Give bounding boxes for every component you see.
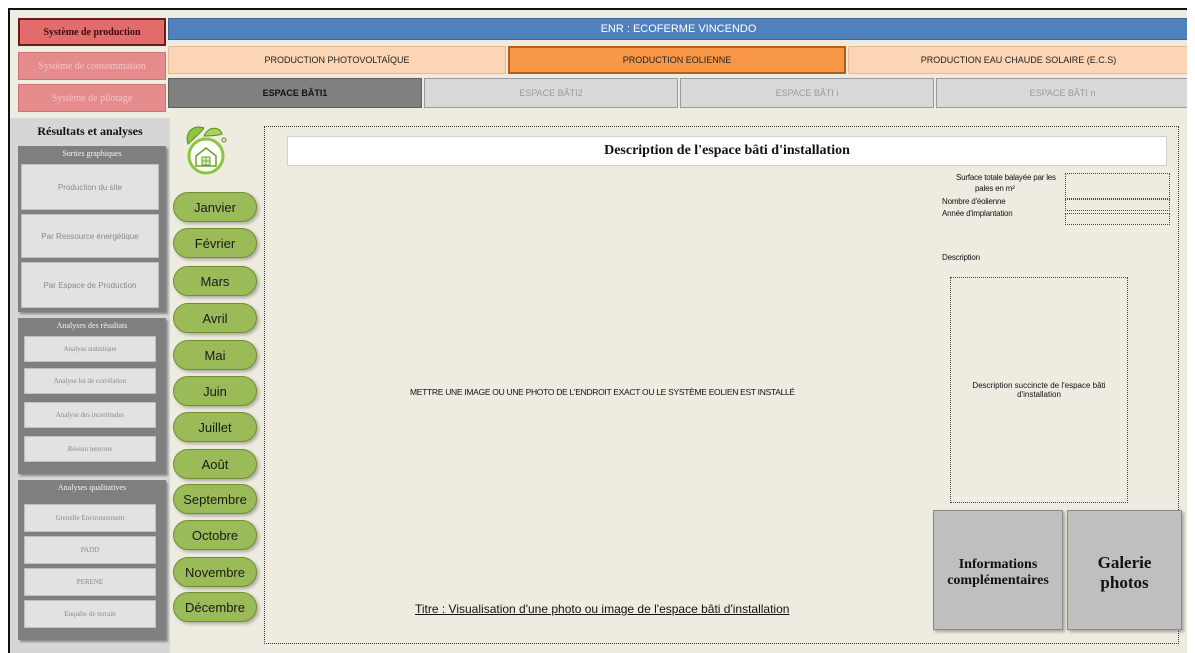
galerie-photos-button[interactable]: Galerie photos [1067,510,1182,630]
annee-implantation-input[interactable] [1065,213,1170,225]
surface-label-line1: Surface totale balayée par les [956,173,1056,182]
nombre-eolienne-label: Nombre d'éolienne [942,197,1006,206]
padd-button[interactable]: PADD [24,536,156,564]
perene-button[interactable]: PERENE [24,568,156,596]
system-consommation-button[interactable]: Système de consommation [18,52,166,80]
analyse-incertitudes-button[interactable]: Analyse des incertitudes [24,402,156,428]
group-title: Sorties graphiques [62,149,122,158]
group-title: Analyses qualitatives [57,483,127,492]
espace-bati-panel: Description de l'espace bâti d'installat… [264,126,1182,644]
analyses-qualitatives-group: Analyses qualitatives Grenelle Environne… [18,480,166,640]
month-juillet-button[interactable]: Juillet [173,412,257,442]
month-septembre-button[interactable]: Septembre [173,484,257,514]
tab-espace-bati-i[interactable]: ESPACE BÂTI i [680,78,934,108]
tab-photovoltaique[interactable]: PRODUCTION PHOTOVOLTAÏQUE [168,46,506,74]
grenelle-button[interactable]: Grenelle Environnement [24,504,156,532]
tab-espace-bati-n[interactable]: ESPACE BÂTI n [936,78,1187,108]
nombre-eolienne-input[interactable] [1065,199,1170,211]
month-juin-button[interactable]: Juin [173,376,257,406]
app-title-bar: ENR : ECOFERME VINCENDO [168,18,1187,40]
surface-label-line2: pales en m² [975,184,1015,193]
month-decembre-button[interactable]: Décembre [173,592,257,622]
tab-eolienne[interactable]: PRODUCTION EOLIENNE [508,46,846,74]
description-label: Description [942,253,980,262]
system-production-button[interactable]: Système de production [18,18,166,46]
reseau-neurone-button[interactable]: Réseau neurone [24,436,156,462]
month-janvier-button[interactable]: Janvier [173,192,257,222]
tab-espace-bati-2[interactable]: ESPACE BÂTI2 [424,78,678,108]
sidebar-title: Résultats et analyses [37,124,143,138]
month-mars-button[interactable]: Mars [173,266,257,296]
month-fevrier-button[interactable]: Février [173,228,257,258]
month-mai-button[interactable]: Mai [173,340,257,370]
annee-implantation-label: Année d'implantation [942,209,1013,218]
sorties-graphiques-group: Sorties graphiques Production du site Pa… [18,146,166,312]
analyse-statistique-button[interactable]: Analyse statistique [24,336,156,362]
par-espace-production-button[interactable]: Par Espace de Production [21,262,159,308]
month-avril-button[interactable]: Avril [173,303,257,333]
description-box[interactable]: Description succincte de l'espace bâti d… [950,277,1128,503]
tab-espace-bati-1[interactable]: ESPACE BÂTI1 [168,78,422,108]
image-placeholder[interactable]: METTRE UNE IMAGE OU UNE PHOTO DE L'ENDRO… [410,387,795,397]
results-sidebar: Résultats et analyses Sorties graphiques… [10,118,170,653]
month-novembre-button[interactable]: Novembre [173,557,257,587]
analyse-correlation-button[interactable]: Analyse loi de corrélation [24,368,156,394]
analyses-resultats-group: Analyses des résultats Analyse statistiq… [18,318,166,474]
eco-house-leaf-icon [182,122,230,178]
panel-title: Description de l'espace bâti d'installat… [287,136,1167,166]
tab-ecs[interactable]: PRODUCTION EAU CHAUDE SOLAIRE (E.C.S) [848,46,1187,74]
month-aout-button[interactable]: Août [173,449,257,479]
surface-input[interactable] [1065,173,1170,199]
system-pilotage-button[interactable]: Système de pilotage [18,84,166,112]
app-window: Système de production Système de consomm… [8,8,1187,653]
par-ressource-button[interactable]: Par Ressource énergétique [21,214,159,258]
image-caption: Titre : Visualisation d'une photo ou ima… [415,602,790,616]
group-title: Analyses des résultats [56,321,128,330]
informations-complementaires-button[interactable]: Informations complémentaires [933,510,1063,630]
enquete-terrain-button[interactable]: Enquête de terrain [24,600,156,628]
production-du-site-button[interactable]: Production du site [21,164,159,210]
month-octobre-button[interactable]: Octobre [173,520,257,550]
